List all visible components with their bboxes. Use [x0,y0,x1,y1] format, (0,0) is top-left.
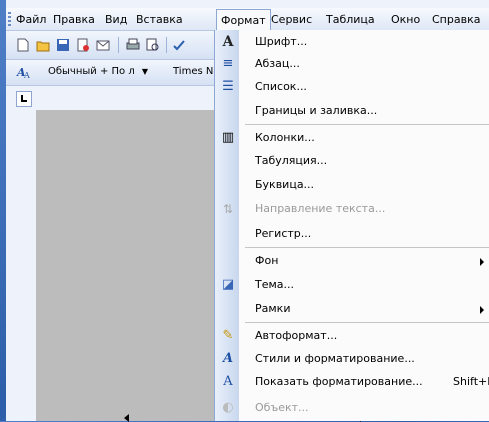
menu-item-reveal-formatting[interactable]: A Показать форматирование... Shift+F1 [215,371,489,393]
menu-item-borders[interactable]: Границы и заливка... [215,100,489,122]
theme-icon: ◪ [221,277,235,292]
menu-item-label: Колонки... [255,131,315,144]
menu-item-text-direction: ⇅ Направление текста... [215,198,489,220]
menu-item-change-case[interactable]: Регистр... [215,223,489,245]
menu-separator [245,322,489,323]
menu-item-theme[interactable]: ◪ Тема... [215,274,489,296]
menu-item-label: Регистр... [255,227,312,240]
style-combobox[interactable]: Обычный + По л ▼ [48,64,148,80]
menu-item-list[interactable]: ☰ Список... [215,76,489,98]
menu-item-label: Тема... [255,278,295,291]
menu-item-label: Табуляция... [255,154,328,167]
menu-item-styles-formatting[interactable]: A Стили и форматирование... [215,348,489,370]
reveal-formatting-icon: A [223,374,233,389]
menu-item-label: Буквица... [255,178,315,191]
text-direction-icon: ⇅ [222,202,234,216]
menubar-grip[interactable] [8,12,11,26]
menu-item-label: Фон [255,254,279,267]
menu-item-background[interactable]: Фон [215,250,489,272]
menu-item-label: Список... [255,80,307,93]
menu-item-font[interactable]: A Шрифт... [215,31,489,53]
menu-insert[interactable]: Вставка [136,12,183,28]
font-icon: A [222,34,234,50]
paragraph-icon: ≡ [222,56,234,71]
menu-item-shortcut: Shift+F1 [453,375,489,388]
menu-separator [245,124,489,125]
print-icon[interactable] [126,38,140,52]
menu-window[interactable]: Окно [391,12,420,28]
menu-item-tabs[interactable]: Табуляция... [215,150,489,172]
menu-item-object: ◐ Объект... [215,397,489,419]
style-value: Обычный + По л [48,66,135,77]
menu-item-label: Объект... [255,401,309,414]
chevron-down-icon[interactable]: ▼ [142,67,148,76]
menu-help[interactable]: Справка [432,12,480,28]
menu-edit[interactable]: Правка [53,12,95,28]
autoformat-icon: ✎ [222,328,234,343]
object-icon: ◐ [222,400,234,415]
styles-icon: A [222,351,234,366]
permission-icon[interactable] [76,38,90,52]
menu-item-frames[interactable]: Рамки [215,298,489,320]
save-icon[interactable] [56,38,70,52]
menu-item-dropcap[interactable]: Буквица... [215,174,489,196]
menu-item-label: Шрифт... [255,35,308,48]
menu-item-label: Направление текста... [255,202,386,215]
spelling-icon[interactable] [172,38,186,52]
styles-pane-icon[interactable]: AA [16,64,32,80]
list-icon: ☰ [222,79,234,94]
submenu-arrow-icon [480,258,484,266]
print-preview-icon[interactable] [146,38,160,52]
menu-format[interactable]: Формат [216,9,271,31]
svg-text:A: A [23,71,30,80]
menu-item-label: Абзац... [255,57,300,70]
menu-bar: Файл Правка Вид Вставка Формат Сервис Та… [6,8,489,31]
document-area[interactable] [36,110,236,421]
menu-view[interactable]: Вид [105,12,127,28]
new-document-icon[interactable] [16,38,30,52]
menu-item-label: Границы и заливка... [255,104,378,117]
submenu-arrow-icon [480,306,484,314]
menu-item-label: Показать форматирование... [255,375,423,388]
tab-selector[interactable] [16,91,32,107]
menu-separator [245,247,489,248]
menu-item-label: Автоформат... [255,329,338,342]
menu-tools[interactable]: Сервис [271,12,312,28]
menu-item-label: Рамки [255,302,291,315]
menu-table[interactable]: Таблица [326,12,375,28]
menu-item-columns[interactable]: ▥ Колонки... [215,127,489,149]
menu-item-label: Стили и форматирование... [255,352,415,365]
ruler-area [36,88,236,110]
columns-icon: ▥ [221,130,235,145]
format-menu-dropdown: A Шрифт... ≡ Абзац... ☰ Список... Границ… [214,30,489,421]
open-folder-icon[interactable] [36,38,50,52]
toolbar-separator [166,37,167,53]
toolbar-separator [118,37,119,53]
menu-item-autoformat[interactable]: ✎ Автоформат... [215,325,489,347]
menu-item-paragraph[interactable]: ≡ Абзац... [215,53,489,75]
menu-file[interactable]: Файл [16,12,46,28]
email-icon[interactable] [96,38,110,52]
